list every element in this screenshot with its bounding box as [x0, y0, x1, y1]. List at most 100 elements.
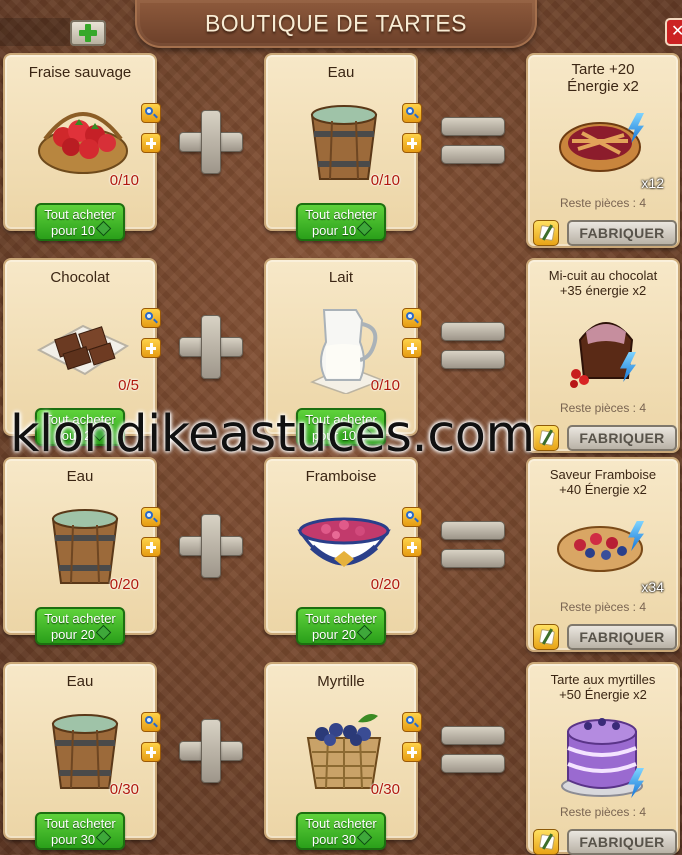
ingredient-name: Eau [66, 468, 94, 485]
watermark: klondikeastuces.com [10, 405, 535, 464]
magnifier-icon[interactable] [402, 103, 422, 123]
page-title: BOUTIQUE DE TARTES [204, 8, 468, 37]
quill-icon[interactable] [533, 624, 559, 650]
add-icon[interactable] [141, 338, 161, 358]
result-name: Saveur Framboise +40 Énergie x2 [549, 467, 657, 497]
magnifier-icon[interactable] [141, 308, 161, 328]
ingredient-name: Framboise [305, 468, 377, 485]
blueberry-basket-icon [306, 714, 382, 789]
buy-all-label: Tout acheter [305, 611, 377, 626]
add-icon[interactable] [141, 133, 161, 153]
result-card: Tarte aux myrtilles +50 Énergie x2 Reste… [526, 662, 680, 855]
buy-all-price: pour 10 [311, 223, 357, 238]
craft-button[interactable]: FABRIQUER [567, 220, 677, 246]
magnifier-icon[interactable] [141, 507, 161, 527]
buy-all-price: pour 30 [50, 832, 96, 847]
add-icon[interactable] [141, 537, 161, 557]
title-banner: BOUTIQUE DE TARTES [135, 0, 537, 48]
raspberry-tart-icon [557, 526, 643, 572]
ingredient-card: Framboise 0/20 Tout acheter pour 20 [264, 457, 422, 645]
magnifier-icon[interactable] [402, 308, 422, 328]
plus-icon [179, 719, 243, 783]
gem-icon [95, 829, 112, 846]
gem-icon [95, 624, 112, 641]
equals-icon [441, 724, 505, 774]
add-icon[interactable] [402, 133, 422, 153]
result-name: Tarte aux myrtilles +50 Énergie x2 [550, 672, 656, 702]
buy-all-button[interactable]: Tout acheter pour 30 [35, 812, 125, 850]
pie-icon [559, 122, 641, 172]
craft-button[interactable]: FABRIQUER [567, 829, 677, 855]
add-icon[interactable] [141, 742, 161, 762]
plus-icon [179, 315, 243, 379]
buy-all-button[interactable]: Tout acheter pour 20 [296, 607, 386, 645]
buy-all-price: pour 20 [50, 627, 96, 642]
buy-all-button[interactable]: Tout acheter pour 10 [35, 203, 125, 241]
result-name: Mi-cuit au chocolat +35 énergie x2 [548, 268, 658, 298]
ingredient-name: Lait [328, 269, 354, 286]
ingredient-count: 0/30 [109, 781, 139, 798]
plus-icon[interactable] [70, 20, 106, 46]
buy-all-label: Tout acheter [305, 816, 377, 831]
gem-icon [356, 829, 373, 846]
magnifier-icon[interactable] [141, 103, 161, 123]
equals-icon [441, 320, 505, 370]
ingredient-name: Fraise sauvage [28, 64, 132, 81]
ingredient-count: 0/5 [118, 377, 139, 394]
equals-icon [441, 519, 505, 569]
ingredient-card: Eau 0/10 Tout acheter pour 10 [264, 53, 422, 241]
ingredient-count: 0/20 [109, 576, 139, 593]
water-bucket-icon [310, 105, 378, 180]
gem-icon [356, 624, 373, 641]
ingredient-name: Myrtille [317, 673, 365, 690]
craft-button[interactable]: FABRIQUER [567, 425, 677, 451]
ingredient-count: 0/10 [109, 172, 139, 189]
gem-icon [95, 220, 112, 237]
raspberry-bowl-icon [297, 517, 391, 567]
add-icon[interactable] [402, 537, 422, 557]
chocolate-icon [36, 324, 130, 376]
buy-all-button[interactable]: Tout acheter pour 10 [296, 203, 386, 241]
plus-icon [179, 110, 243, 174]
remaining-pieces: Reste pièces : 4 [559, 401, 647, 415]
magnifier-icon[interactable] [402, 507, 422, 527]
quill-icon[interactable] [533, 829, 559, 855]
ingredient-card: Eau 0/30 Tout acheter pour 30 [3, 662, 161, 850]
magnifier-icon[interactable] [141, 712, 161, 732]
ingredient-count: 0/10 [370, 172, 400, 189]
result-card: Tarte +20 Énergie x2 x12 Reste pièces : … [526, 53, 680, 248]
buy-all-label: Tout acheter [44, 611, 116, 626]
buy-all-label: Tout acheter [44, 207, 116, 222]
ingredient-card: Eau 0/20 Tout acheter pour 20 [3, 457, 161, 645]
buy-all-price: pour 10 [50, 223, 96, 238]
craft-button[interactable]: FABRIQUER [567, 624, 677, 650]
remaining-pieces: Reste pièces : 4 [559, 600, 647, 614]
magnifier-icon[interactable] [402, 712, 422, 732]
equals-icon [441, 115, 505, 165]
quill-icon[interactable] [533, 220, 559, 246]
quill-icon[interactable] [533, 425, 559, 451]
ingredient-card: Fraise sauvage 0/10 Tout acheter pour 10 [3, 53, 161, 241]
close-icon[interactable]: ✕ [665, 18, 682, 46]
plus-icon [179, 514, 243, 578]
result-multiplier: x34 [641, 579, 664, 595]
ingredient-count: 0/20 [370, 576, 400, 593]
buy-all-label: Tout acheter [44, 816, 116, 831]
water-bucket-icon [51, 714, 119, 789]
remaining-pieces: Reste pièces : 4 [559, 805, 647, 819]
add-icon[interactable] [402, 338, 422, 358]
ingredient-name: Chocolat [50, 269, 110, 286]
ingredient-name: Eau [327, 64, 355, 81]
buy-all-button[interactable]: Tout acheter pour 20 [35, 607, 125, 645]
lava-cake-icon [570, 322, 634, 388]
strawberry-basket-icon [38, 112, 128, 174]
buy-all-label: Tout acheter [305, 207, 377, 222]
buy-all-price: pour 30 [311, 832, 357, 847]
water-bucket-icon [51, 509, 119, 584]
ingredient-card: Myrtille 0/30 Tout acheter pour 30 [264, 662, 422, 850]
gem-icon [356, 220, 373, 237]
ingredient-name: Eau [66, 673, 94, 690]
buy-all-button[interactable]: Tout acheter pour 30 [296, 812, 386, 850]
result-card: Saveur Framboise +40 Énergie x2 x34 Rest… [526, 457, 680, 652]
add-icon[interactable] [402, 742, 422, 762]
